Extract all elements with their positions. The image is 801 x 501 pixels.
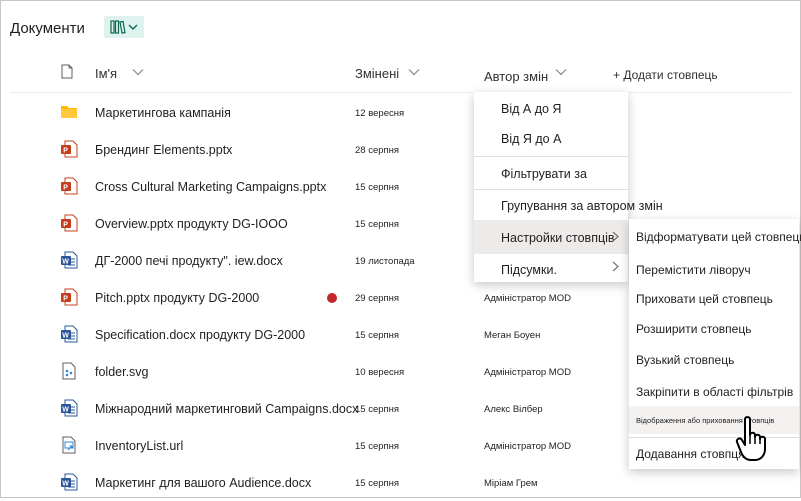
menu-separator	[474, 189, 628, 190]
word-file-icon: W	[60, 473, 78, 491]
modified-by: Адміністратор MOD	[484, 293, 571, 304]
modified-date: 29 серпня	[355, 293, 400, 304]
svg-text:W: W	[62, 407, 69, 414]
modified-by: Адміністратор MOD	[484, 441, 571, 452]
modified-date: 19 листопада	[355, 256, 415, 267]
menu-separator	[629, 437, 799, 438]
menu-item-sort-az[interactable]: Від А до Я	[501, 102, 628, 116]
svg-text:W: W	[62, 333, 69, 340]
file-name-link[interactable]: folder.svg	[95, 365, 149, 379]
svg-text:P: P	[63, 185, 68, 192]
svg-file-icon	[60, 362, 78, 380]
submenu-item-show-hide-columns[interactable]: Відображення або приховання стовпців	[629, 406, 799, 434]
table-row[interactable]: P Брендинг Elements.pptx 28 серпня	[0, 131, 801, 168]
menu-item-label: Настройки стовпців	[501, 231, 615, 245]
menu-item-sort-za[interactable]: Від Я до А	[501, 132, 628, 146]
menu-item-column-settings[interactable]: Настройки стовпців	[474, 220, 628, 254]
file-name-link[interactable]: Specification.docx продукту DG-2000	[95, 328, 305, 342]
modified-date: 15 серпня	[355, 330, 400, 341]
powerpoint-file-icon: P	[60, 140, 78, 158]
word-file-icon: W	[60, 325, 78, 343]
submenu-item-pin-to-filters[interactable]: Закріпити в області фільтрів	[636, 385, 799, 399]
file-name-link[interactable]: Cross Cultural Marketing Campaigns.pptx	[95, 180, 326, 194]
chevron-down-icon[interactable]	[408, 68, 420, 76]
page-title: Документи	[10, 20, 85, 37]
modified-date: 15 серпня	[355, 478, 400, 489]
svg-text:P: P	[63, 222, 68, 229]
file-name-link[interactable]: Маркетингова кампанія	[95, 106, 231, 120]
modified-date: 15 серпня	[355, 404, 400, 415]
column-header-author[interactable]: Автор змін	[484, 69, 548, 84]
file-name-link[interactable]: Міжнародний маркетинговий Campaigns.docx	[95, 402, 358, 416]
svg-text:P: P	[63, 148, 68, 155]
modified-by: Адміністратор MOD	[484, 367, 571, 378]
column-header-modified[interactable]: Змінені	[355, 66, 399, 81]
view-switcher-button[interactable]	[104, 16, 144, 38]
svg-text:W: W	[62, 259, 69, 266]
menu-separator	[474, 156, 628, 157]
table-row[interactable]: Маркетингова кампанія 12 вересня	[0, 94, 801, 131]
powerpoint-file-icon: P	[60, 214, 78, 232]
chevron-right-icon	[612, 231, 619, 242]
submenu-item-narrow-column[interactable]: Вузький стовпець	[636, 353, 799, 367]
svg-text:P: P	[63, 296, 68, 303]
file-name-link[interactable]: Pitch.pptx продукту DG-2000	[95, 291, 259, 305]
folder-icon	[60, 103, 78, 121]
modified-date: 15 серпня	[355, 219, 400, 230]
file-name-link[interactable]: Брендинг Elements.pptx	[95, 143, 232, 157]
column-settings-submenu: Відформатувати цей стовпець Перемістити …	[629, 219, 801, 469]
chevron-down-icon[interactable]	[555, 68, 567, 76]
menu-item-filter-by[interactable]: Фільтрувати за	[501, 167, 628, 181]
menu-item-group-by[interactable]: Групування за автором змін	[501, 199, 663, 213]
column-header-name[interactable]: Ім'я	[95, 66, 117, 81]
submenu-item-move-left[interactable]: Перемістити ліворуч	[636, 263, 799, 277]
modified-by: Міріам Грем	[484, 478, 538, 489]
column-context-menu: Від А до Я Від Я до А Фільтрувати за Гру…	[474, 92, 663, 282]
modified-date: 10 вересня	[355, 367, 405, 378]
word-file-icon: W	[60, 399, 78, 417]
add-column-button[interactable]: + Додати стовпець	[613, 68, 718, 82]
word-file-icon: W	[60, 251, 78, 269]
menu-item-label: Підсумки.	[501, 263, 557, 277]
file-name-link[interactable]: ДГ-2000 печі продукту". iew.docx	[95, 254, 283, 268]
file-type-icon[interactable]	[61, 64, 73, 79]
url-file-icon	[60, 436, 78, 454]
file-name-link[interactable]: InventoryList.url	[95, 439, 183, 453]
submenu-item-add-column[interactable]: Додавання стовпця	[636, 447, 799, 461]
modified-date: 12 вересня	[355, 108, 405, 119]
submenu-item-widen-column[interactable]: Розширити стовпець	[636, 322, 799, 336]
header-divider	[10, 92, 791, 93]
submenu-item-format-column[interactable]: Відформатувати цей стовпець	[636, 230, 801, 244]
menu-item-totals[interactable]: Підсумки.	[474, 254, 628, 282]
svg-text:W: W	[62, 481, 69, 488]
modified-by: Алекс Вілбер	[484, 404, 543, 415]
table-row[interactable]: P Cross Cultural Marketing Campaigns.pptx…	[0, 168, 801, 205]
submenu-item-hide-column[interactable]: Приховати цей стовпець	[636, 292, 799, 306]
hand-pointer-cursor	[735, 416, 766, 461]
modified-date: 28 серпня	[355, 145, 400, 156]
table-row[interactable]: W Маркетинг для вашого Audience.docx 15 се…	[0, 464, 801, 501]
chevron-down-icon	[128, 24, 138, 30]
chevron-right-icon	[612, 261, 619, 272]
chevron-down-icon[interactable]	[132, 68, 144, 76]
file-name-link[interactable]: Overview.pptx продукту DG-IOOO	[95, 217, 288, 231]
checked-out-icon	[327, 293, 337, 303]
powerpoint-file-icon: P	[60, 177, 78, 195]
library-icon	[110, 20, 126, 34]
modified-date: 15 серпня	[355, 441, 400, 452]
modified-by: Меган Боуен	[484, 330, 541, 341]
modified-date: 15 серпня	[355, 182, 400, 193]
powerpoint-file-icon: P	[60, 288, 78, 306]
file-name-link[interactable]: Маркетинг для вашого Audience.docx	[95, 476, 311, 490]
